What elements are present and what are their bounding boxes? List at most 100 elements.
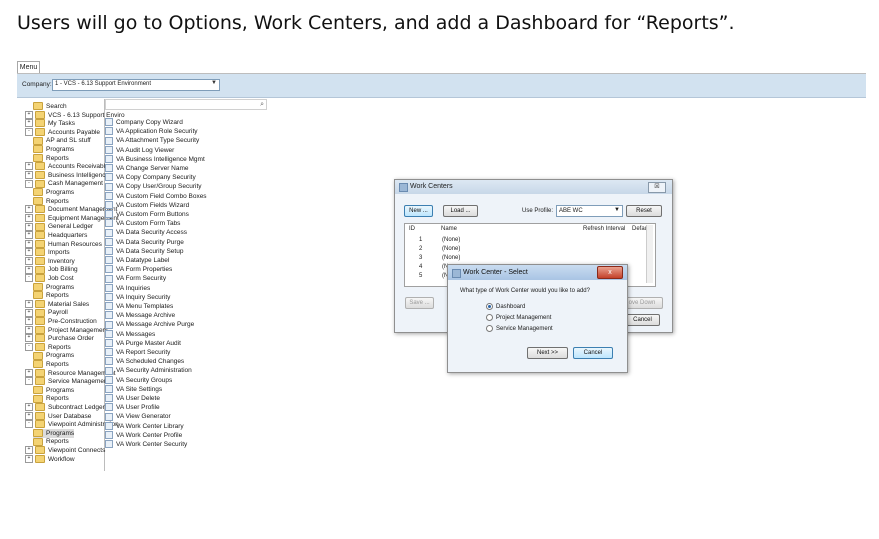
use-profile-select[interactable]: ABE WC ▼ xyxy=(556,205,623,217)
expand-icon[interactable]: + xyxy=(25,171,33,180)
collapse-icon[interactable]: - xyxy=(25,274,33,283)
folder-icon xyxy=(35,325,45,334)
grid-cell-id[interactable]: 5 xyxy=(419,273,422,279)
program-icon xyxy=(105,237,113,246)
close-button[interactable]: ☒ xyxy=(648,182,666,193)
expand-icon[interactable]: + xyxy=(25,446,33,455)
program-list-item[interactable]: VA Change Server Name xyxy=(105,164,189,173)
program-list-item[interactable]: VA Application Role Security xyxy=(105,127,198,136)
program-list-item[interactable]: VA Data Security Access xyxy=(105,228,187,237)
program-icon xyxy=(105,164,113,173)
collapse-icon[interactable]: - xyxy=(25,343,33,352)
program-list-item[interactable]: VA Form Security xyxy=(105,274,166,283)
program-list-item[interactable]: VA Site Settings xyxy=(105,385,162,394)
work-center-type-radio[interactable]: Dashboard xyxy=(486,303,525,311)
expand-icon[interactable]: + xyxy=(25,257,33,266)
program-list-item[interactable]: VA User Delete xyxy=(105,394,160,403)
program-list-item[interactable]: VA Security Groups xyxy=(105,375,172,385)
collapse-icon[interactable]: - xyxy=(25,377,33,386)
program-list-item[interactable]: VA Inquiries xyxy=(105,283,150,293)
program-list-item[interactable]: VA Form Properties xyxy=(105,265,172,274)
program-list-item[interactable]: VA Report Security xyxy=(105,348,170,357)
grid-cell-id[interactable]: 2 xyxy=(419,246,422,252)
company-select[interactable]: 1 - VCS - 6.13 Support Environment ▼ xyxy=(52,79,220,91)
program-list-item[interactable]: VA Data Security Setup xyxy=(105,247,183,256)
expand-icon[interactable]: + xyxy=(25,308,33,317)
program-list-item[interactable]: VA Work Center Profile xyxy=(105,431,182,440)
expand-icon[interactable]: + xyxy=(25,205,33,214)
program-list-item[interactable]: VA Copy Company Security xyxy=(105,173,196,182)
expand-icon[interactable]: + xyxy=(25,119,33,128)
program-icon xyxy=(105,191,113,200)
expand-icon[interactable]: + xyxy=(25,325,33,334)
program-search-input[interactable]: ⌕ xyxy=(105,99,267,110)
expand-icon[interactable]: + xyxy=(25,248,33,257)
program-list-item[interactable]: VA User Profile xyxy=(105,403,160,412)
program-list-item[interactable]: VA Work Center Library xyxy=(105,421,184,431)
program-list-item[interactable]: VA Inquiry Security xyxy=(105,293,170,302)
load-button[interactable]: Load ... xyxy=(443,205,478,217)
expand-icon[interactable]: + xyxy=(25,403,33,412)
program-list-item[interactable]: VA Custom Form Buttons xyxy=(105,210,189,219)
grid-cell-id[interactable]: 4 xyxy=(419,264,422,270)
program-list-item[interactable]: VA Messages xyxy=(105,329,155,339)
program-list-item[interactable]: VA Message Archive xyxy=(105,311,175,320)
expand-icon[interactable]: + xyxy=(25,231,33,240)
program-list-item[interactable]: VA Custom Fields Wizard xyxy=(105,201,189,210)
work-center-type-radio[interactable]: Project Management xyxy=(486,314,551,322)
nav-tree-label: My Tasks xyxy=(48,120,75,128)
grid-cell-name[interactable]: (None) xyxy=(442,237,460,243)
expand-icon[interactable]: + xyxy=(25,368,33,377)
expand-icon[interactable]: + xyxy=(25,300,33,309)
close-button[interactable]: x xyxy=(597,266,623,279)
expand-icon[interactable]: + xyxy=(25,239,33,248)
save-button[interactable]: Save ... xyxy=(405,297,434,309)
collapse-icon[interactable]: - xyxy=(25,179,33,188)
radio-button-icon[interactable] xyxy=(486,314,493,321)
program-label: VA Message Archive Purge xyxy=(116,321,195,329)
program-list-item[interactable]: VA Scheduled Changes xyxy=(105,357,184,366)
expand-icon[interactable]: + xyxy=(25,162,33,171)
expand-icon[interactable]: + xyxy=(25,222,33,231)
expand-icon[interactable]: + xyxy=(25,317,33,326)
expand-icon[interactable]: + xyxy=(25,411,33,420)
program-list-item[interactable]: VA Message Archive Purge xyxy=(105,320,194,329)
program-list-item[interactable]: VA Purge Master Audit xyxy=(105,339,181,348)
grid-cell-id[interactable]: 3 xyxy=(419,255,422,261)
program-icon xyxy=(105,182,113,191)
program-list-item[interactable]: VA Security Administration xyxy=(105,366,192,375)
program-list-item[interactable]: VA Attachment Type Security xyxy=(105,136,199,145)
cancel-button[interactable]: Cancel xyxy=(573,347,613,359)
expand-icon[interactable]: + xyxy=(25,265,33,274)
program-list-item[interactable]: VA Custom Form Tabs xyxy=(105,219,180,228)
program-list-item[interactable]: VA Data Security Purge xyxy=(105,237,184,247)
next-button[interactable]: Next >> xyxy=(527,347,568,359)
reset-button[interactable]: Reset xyxy=(626,205,662,217)
program-label: VA Data Security Access xyxy=(116,229,188,237)
program-list-item[interactable]: VA Menu Templates xyxy=(105,302,173,311)
grid-scrollbar[interactable] xyxy=(646,225,653,283)
program-list-item[interactable]: VA Audit Log Viewer xyxy=(105,145,174,155)
radio-button-icon[interactable] xyxy=(486,303,493,310)
grid-cell-name[interactable]: (None) xyxy=(442,255,460,261)
radio-button-icon[interactable] xyxy=(486,325,493,332)
program-list-item[interactable]: VA View Generator xyxy=(105,412,171,421)
program-list-item[interactable]: VA Work Center Security xyxy=(105,440,187,449)
program-list-item[interactable]: VA Custom Field Combo Boxes xyxy=(105,191,207,201)
new-button[interactable]: New ... xyxy=(404,205,433,217)
collapse-icon[interactable]: - xyxy=(25,420,33,429)
expand-icon[interactable]: + xyxy=(25,110,33,119)
collapse-icon[interactable]: - xyxy=(25,128,33,137)
grid-cell-name[interactable]: (None) xyxy=(442,246,460,252)
expand-icon[interactable]: + xyxy=(25,214,33,223)
program-list-item[interactable]: VA Business Intelligence Mgmt xyxy=(105,155,205,164)
work-center-type-radio[interactable]: Service Management xyxy=(486,325,553,333)
program-list-item[interactable]: VA Copy User/Group Security xyxy=(105,182,202,191)
expand-icon[interactable]: + xyxy=(25,454,33,463)
expand-icon[interactable]: + xyxy=(25,334,33,343)
nav-tree-item[interactable]: + Workflow xyxy=(25,454,75,464)
program-list-item[interactable]: Company Copy Wizard xyxy=(105,118,183,127)
grid-cell-id[interactable]: 1 xyxy=(419,237,422,243)
cancel-button[interactable]: Cancel xyxy=(625,314,660,326)
program-list-item[interactable]: VA Datatype Label xyxy=(105,256,169,265)
